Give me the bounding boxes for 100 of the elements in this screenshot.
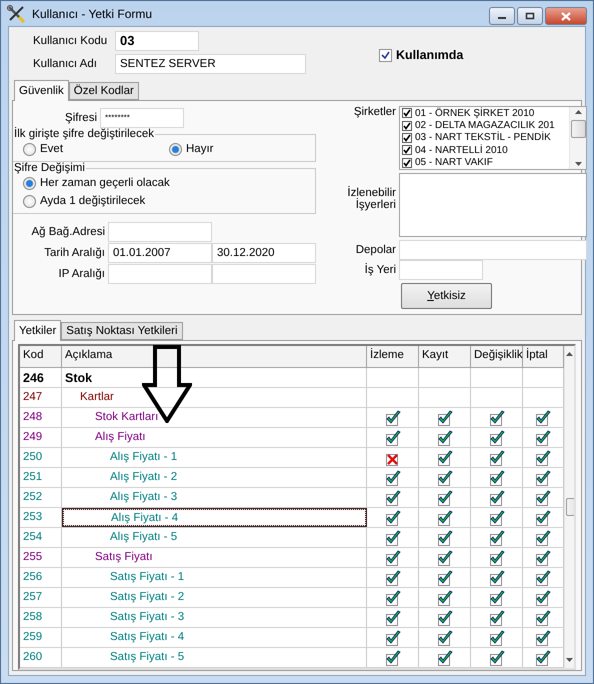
checkmark-icon[interactable] [488, 410, 504, 426]
checkmark-icon[interactable] [535, 550, 551, 566]
checkmark-icon[interactable] [436, 650, 452, 666]
description-cell[interactable]: Alış Fiyatı - 2 [62, 468, 367, 487]
checkmark-icon[interactable] [384, 630, 400, 646]
checkmark-icon[interactable] [535, 570, 551, 586]
checkmark-icon[interactable] [488, 530, 504, 546]
description-cell[interactable]: Stok [62, 368, 367, 387]
checkmark-icon[interactable] [436, 430, 452, 446]
description-cell[interactable]: Alış Fiyatı - 1 [62, 448, 367, 467]
column-header[interactable]: Kayıt [419, 346, 471, 367]
maximize-button[interactable] [517, 7, 543, 25]
checkmark-icon[interactable] [535, 410, 551, 426]
tab[interactable]: Satış Noktası Yetkileri [61, 322, 183, 340]
minimize-button[interactable] [489, 7, 515, 25]
unauthorized-button[interactable]: Yetkisiz [401, 283, 492, 309]
checkbox[interactable] [402, 120, 412, 131]
description-cell[interactable]: Satış Fiyatı - 4 [62, 628, 367, 647]
column-header[interactable]: İzleme [367, 346, 419, 367]
user-name-field[interactable]: SENTEZ SERVER [115, 54, 306, 74]
checkmark-icon[interactable] [436, 570, 452, 586]
checkmark-icon[interactable] [436, 510, 452, 526]
checkmark-icon[interactable] [436, 410, 452, 426]
date-field[interactable]: 01.01.2007 [108, 243, 212, 263]
scrollbar[interactable] [569, 107, 586, 169]
checkmark-icon[interactable] [488, 470, 504, 486]
checkmark-icon[interactable] [384, 530, 400, 546]
checkmark-icon[interactable] [436, 610, 452, 626]
column-header[interactable]: Açıklama [62, 346, 367, 367]
tab[interactable]: Güvenlik [14, 80, 69, 101]
checkmark-icon[interactable] [488, 490, 504, 506]
tab[interactable]: Özel Kodlar [68, 82, 139, 100]
checkmark-icon[interactable] [488, 590, 504, 606]
password-field[interactable]: ******** [100, 108, 184, 128]
radio-button[interactable] [23, 142, 36, 156]
checkmark-icon[interactable] [436, 590, 452, 606]
checkmark-icon[interactable] [384, 550, 400, 566]
description-cell[interactable]: Satış Fiyatı - 3 [62, 608, 367, 627]
close-button[interactable] [545, 7, 587, 25]
checkmark-icon[interactable] [488, 650, 504, 666]
description-cell[interactable]: Stok Kartları [62, 408, 367, 427]
radio-button[interactable] [169, 142, 182, 156]
checkbox[interactable] [402, 145, 412, 156]
ip-field[interactable] [108, 264, 212, 284]
workplace-field[interactable] [399, 260, 483, 280]
checkmark-icon[interactable] [535, 430, 551, 446]
in-use-checkbox[interactable] [379, 48, 392, 62]
checkmark-icon[interactable] [535, 630, 551, 646]
checkmark-icon[interactable] [384, 510, 400, 526]
checkmark-icon[interactable] [488, 630, 504, 646]
checkmark-icon[interactable] [436, 490, 452, 506]
checkmark-icon[interactable] [436, 550, 452, 566]
checkmark-icon[interactable] [535, 510, 551, 526]
checkmark-icon[interactable] [488, 570, 504, 586]
checkmark-icon[interactable] [535, 650, 551, 666]
description-cell[interactable]: Alış Fiyatı [62, 428, 367, 447]
description-cell[interactable]: Satış Fiyatı - 5 [62, 648, 367, 667]
scroll-down-icon[interactable] [566, 658, 573, 662]
checkmark-icon[interactable] [384, 610, 400, 626]
column-header[interactable]: Değişiklik [471, 346, 523, 367]
description-cell[interactable]: Kartlar [62, 388, 367, 407]
checkmark-icon[interactable] [488, 610, 504, 626]
network-address-field[interactable] [108, 222, 212, 242]
checkmark-icon[interactable] [535, 490, 551, 506]
checkmark-icon[interactable] [384, 570, 400, 586]
company-list[interactable]: 01 - ÖRNEK ŞİRKET 2010 02 - DELTA MAGAZACILIK 201 03 - NART TEKSTİL - PENDİK 04 - NARTELLİ 2010 05 - NART VAKIF [399, 106, 587, 170]
ip-field[interactable] [212, 264, 316, 284]
checkbox[interactable] [402, 108, 412, 118]
description-cell[interactable]: Satış Fiyatı - 1 [62, 568, 367, 587]
scroll-up-icon[interactable] [574, 110, 582, 114]
description-cell[interactable]: Alış Fiyatı - 5 [62, 528, 367, 547]
checkmark-icon[interactable] [436, 530, 452, 546]
scroll-down-icon[interactable] [574, 162, 582, 166]
column-header[interactable]: Kod [20, 346, 62, 367]
checkmark-icon[interactable] [384, 650, 400, 666]
checkmark-icon[interactable] [384, 590, 400, 606]
description-cell[interactable]: Satış Fiyatı - 2 [62, 588, 367, 607]
checkmark-icon[interactable] [535, 450, 551, 466]
radio-button[interactable] [23, 194, 36, 208]
checkmark-icon[interactable] [488, 430, 504, 446]
checkmark-icon[interactable] [384, 410, 400, 426]
description-cell[interactable]: Alış Fiyatı - 4 [62, 508, 367, 527]
scrollbar[interactable] [564, 346, 574, 668]
radio-button[interactable] [23, 176, 36, 190]
checkmark-icon[interactable] [384, 470, 400, 486]
description-cell[interactable]: Satış Fiyatı [62, 548, 367, 567]
checkmark-icon[interactable] [535, 610, 551, 626]
scroll-up-icon[interactable] [566, 352, 573, 356]
checkmark-icon[interactable] [488, 510, 504, 526]
checkmark-icon[interactable] [488, 450, 504, 466]
checkmark-icon[interactable] [535, 590, 551, 606]
checkmark-icon[interactable] [535, 530, 551, 546]
checkmark-icon[interactable] [436, 470, 452, 486]
checkmark-icon[interactable] [384, 430, 400, 446]
checkbox[interactable] [402, 158, 412, 168]
checkmark-icon[interactable] [384, 490, 400, 506]
checkmark-icon[interactable] [488, 550, 504, 566]
checkmark-icon[interactable] [436, 630, 452, 646]
checkmark-icon[interactable] [436, 450, 452, 466]
depots-field[interactable] [399, 240, 587, 260]
